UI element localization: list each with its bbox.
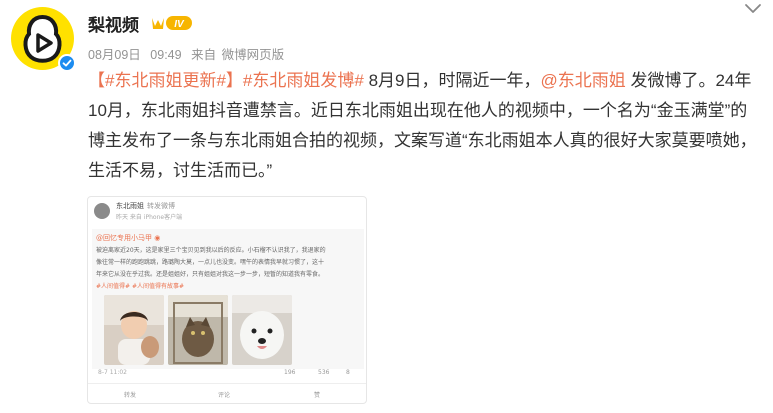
source-prefix: 来自 bbox=[191, 48, 217, 62]
screenshot-tags: #人间值得# #人间值得有故事# bbox=[96, 283, 185, 290]
screenshot-footer-forward: 转发 bbox=[124, 392, 137, 399]
vip-level: IV bbox=[174, 19, 185, 30]
author-name[interactable]: 梨视频 bbox=[88, 11, 139, 36]
screenshot-line: 像往常一样的跑跑跳跳，路璐陶大莫，一点儿也没变。嘿午的表情我早就习惯了，这十 bbox=[96, 259, 325, 266]
screenshot-date: 8-7 11:02 bbox=[98, 369, 127, 376]
post-image[interactable]: 东北雨姐 转发微博 昨天 来自 iPhone客户端 @回忆专用小马甲 ◉ 被迫离家… bbox=[87, 196, 367, 404]
screenshot-comment-count: 536 bbox=[318, 369, 330, 376]
author-avatar[interactable] bbox=[11, 7, 76, 72]
screenshot-line: 年来它从没在乎过我。还是姐姐好，只有姐姐对我这一步一步，短暂的知道我有零食。 bbox=[96, 271, 325, 278]
photo-baby bbox=[104, 295, 164, 365]
post-time[interactable]: 09:49 bbox=[150, 48, 181, 62]
screenshot-footer-like: 赞 bbox=[314, 392, 321, 399]
topic-tag-post[interactable]: #东北雨姐发博# bbox=[243, 71, 364, 90]
screenshot-forward-count: 196 bbox=[284, 369, 296, 376]
post-meta: 08月09日 09:49 来自 微博网页版 bbox=[88, 44, 290, 63]
post-source: 微博网页版 bbox=[221, 48, 285, 62]
post-content: 【#东北雨姐更新#】#东北雨姐发博# 8月9日，时隔近一年，@东北雨姐 发微博了… bbox=[88, 66, 760, 186]
mention-link[interactable]: @东北雨姐 bbox=[540, 71, 625, 90]
crown-icon bbox=[152, 18, 164, 29]
content-text-1: 8月9日，时隔近一年， bbox=[363, 71, 541, 90]
post-date[interactable]: 08月09日 bbox=[88, 48, 141, 62]
photo-cat bbox=[168, 295, 228, 365]
screenshot-handle: @回忆专用小马甲 ◉ bbox=[96, 234, 161, 242]
vip-badge[interactable]: IV bbox=[150, 14, 194, 37]
screenshot-author-suffix: 转发微博 bbox=[147, 202, 175, 210]
screenshot-like-count: 8 bbox=[346, 369, 350, 376]
screenshot-line: 被迫离家近20天，这是家里三个宝贝见到我以后的反应。小石榴不认识我了，我退家的 bbox=[96, 247, 326, 254]
verified-badge-icon bbox=[58, 54, 76, 72]
topic-tag-update[interactable]: 【#东北雨姐更新#】 bbox=[88, 71, 243, 90]
screenshot-footer-comment: 评论 bbox=[218, 392, 231, 399]
screenshot-footer: 转发 评论 赞 bbox=[88, 383, 366, 403]
photo-dog bbox=[232, 295, 292, 365]
screenshot-sub: 昨天 来自 iPhone客户端 bbox=[116, 214, 183, 221]
screenshot-author: 东北雨姐 转发微博 bbox=[116, 202, 175, 210]
chevron-down-icon[interactable] bbox=[743, 2, 763, 21]
screenshot-avatar bbox=[94, 203, 110, 219]
